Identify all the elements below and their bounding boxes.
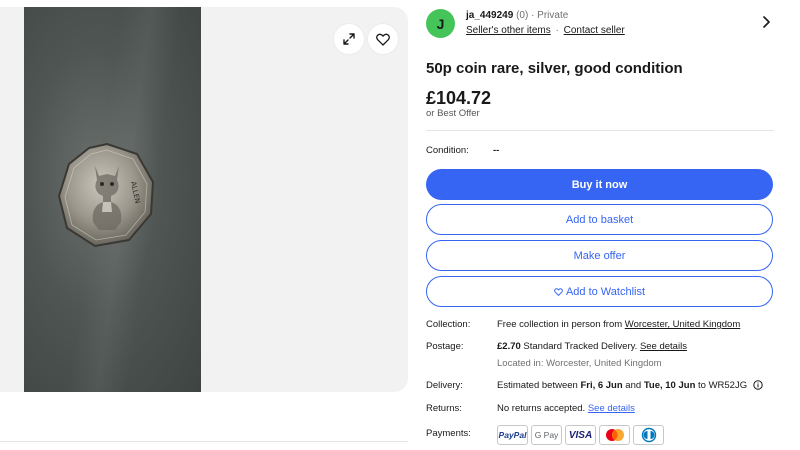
payments-label: Payments:	[426, 428, 471, 439]
item-location-text: Located in: Worcester, United Kingdom	[497, 358, 662, 369]
condition-value: --	[493, 145, 500, 156]
mastercard-logo	[599, 425, 630, 445]
postage-price: £2.70	[497, 341, 521, 352]
listing-photo[interactable]: ALLEN	[24, 7, 201, 392]
seller-links-separator: ·	[555, 25, 559, 36]
buy-it-now-button[interactable]: Buy it now	[426, 169, 773, 200]
postage-text: Standard Tracked Delivery.	[520, 341, 640, 352]
collection-value: Free collection in person from Worcester…	[497, 319, 740, 330]
expand-arrows-icon	[343, 33, 355, 45]
seller-username[interactable]: ja_449249	[466, 10, 513, 21]
gallery-divider	[0, 441, 408, 442]
payment-methods: PayPal G Pay VISA	[497, 425, 664, 445]
returns-text: No returns accepted.	[497, 403, 588, 414]
collection-location-link[interactable]: Worcester, United Kingdom	[625, 319, 740, 330]
listing-price: £104.72	[426, 88, 492, 108]
add-to-basket-button[interactable]: Add to basket	[426, 204, 773, 235]
heart-icon	[554, 287, 563, 296]
paypal-logo: PayPal	[497, 425, 528, 445]
heart-icon	[376, 33, 390, 46]
contact-seller-link[interactable]: Contact seller	[564, 25, 625, 36]
collection-label: Collection:	[426, 319, 471, 330]
google-pay-logo: G Pay	[531, 425, 562, 445]
returns-label: Returns:	[426, 403, 462, 414]
delivery-value: Estimated between Fri, 6 Jun and Tue, 10…	[497, 380, 763, 391]
delivery-to-date: Tue, 10 Jun	[643, 380, 696, 391]
seller-avatar: J	[426, 9, 455, 38]
best-offer-note: or Best Offer	[426, 108, 480, 119]
returns-see-details-link[interactable]: See details	[588, 403, 635, 414]
diners-club-logo	[633, 425, 664, 445]
diners-club-icon	[641, 427, 656, 443]
postage-label: Postage:	[426, 341, 464, 352]
expand-image-button[interactable]	[334, 24, 364, 54]
seller-links: Seller's other items · Contact seller	[466, 25, 625, 36]
delivery-and: and	[622, 380, 644, 391]
postage-see-details-link[interactable]: See details	[640, 341, 687, 352]
seller-other-items-link[interactable]: Seller's other items	[466, 25, 551, 36]
add-to-watchlist-heart-button[interactable]	[368, 24, 398, 54]
postage-value: £2.70 Standard Tracked Delivery. See det…	[497, 341, 687, 352]
listing-title: 50p coin rare, silver, good condition	[426, 60, 683, 77]
delivery-from-date: Fri, 6 Jun	[580, 380, 623, 391]
returns-value: No returns accepted. See details	[497, 403, 635, 414]
watchlist-label: Add to Watchlist	[565, 285, 646, 298]
delivery-postcode: to WR52JG	[695, 380, 748, 391]
info-icon[interactable]	[753, 380, 763, 390]
visa-logo: VISA	[565, 425, 596, 445]
image-gallery[interactable]: ALLEN	[0, 7, 408, 392]
seller-meta: (0) · Private	[516, 10, 569, 21]
delivery-label: Delivery:	[426, 380, 463, 391]
chevron-right-icon[interactable]	[762, 16, 770, 28]
divider	[426, 130, 774, 131]
add-to-watchlist-button[interactable]: Add to Watchlist	[426, 276, 773, 307]
seller-info: ja_449249 (0) · Private	[466, 10, 568, 21]
collection-text: Free collection in person from	[497, 319, 625, 330]
make-offer-button[interactable]: Make offer	[426, 240, 773, 271]
coin-image: ALLEN	[57, 142, 155, 248]
condition-label: Condition:	[426, 145, 469, 156]
delivery-prefix: Estimated between	[497, 380, 581, 391]
item-location: Located in: Worcester, United Kingdom	[497, 358, 662, 369]
seller-card[interactable]: J ja_449249 (0) · Private Seller's other…	[426, 7, 774, 39]
mastercard-icon	[605, 429, 624, 441]
